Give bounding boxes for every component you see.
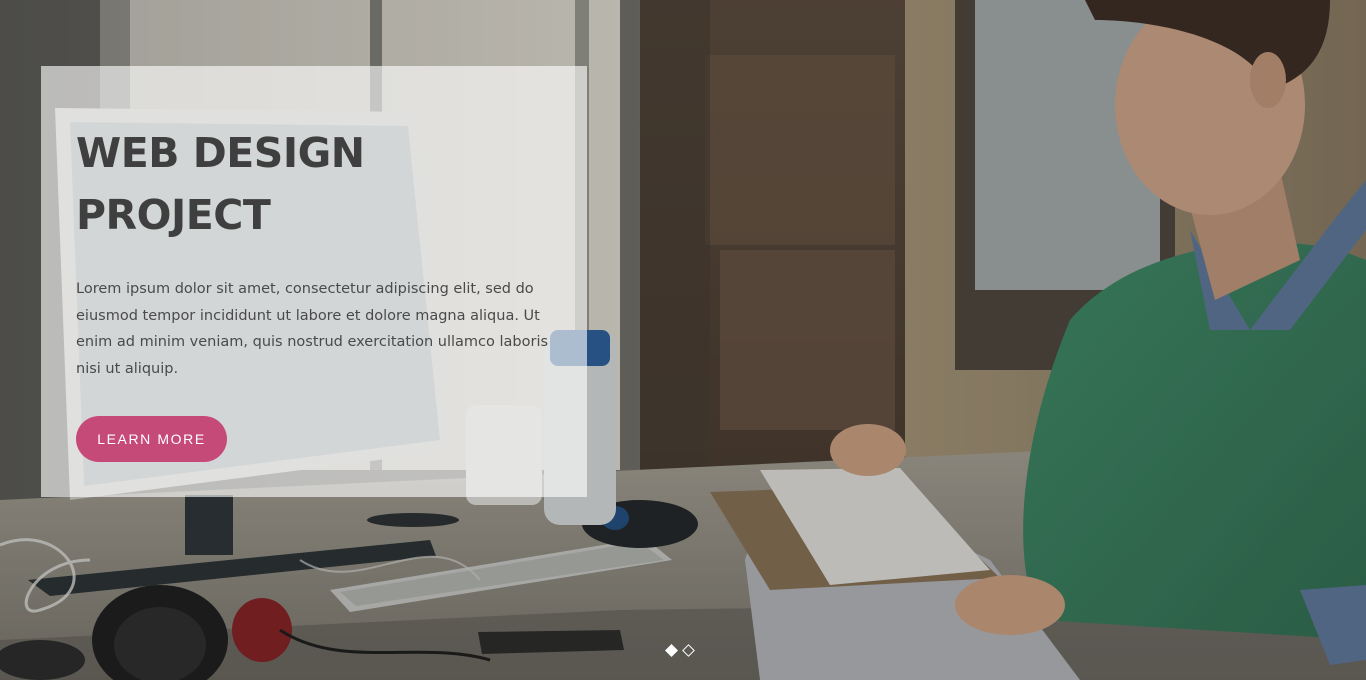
learn-more-button[interactable]: LEARN MORE (76, 416, 227, 462)
slide-title: WEB DESIGN PROJECT (76, 129, 365, 239)
slide-caption-box: WEB DESIGN PROJECT Lorem ipsum dolor sit… (41, 66, 587, 497)
slider-dot-2[interactable] (682, 644, 695, 657)
slider-dot-1[interactable] (665, 644, 678, 657)
hero-slider: WEB DESIGN PROJECT Lorem ipsum dolor sit… (0, 0, 1366, 680)
slide-description: Lorem ipsum dolor sit amet, consectetur … (76, 281, 549, 377)
slider-pagination (665, 644, 695, 657)
